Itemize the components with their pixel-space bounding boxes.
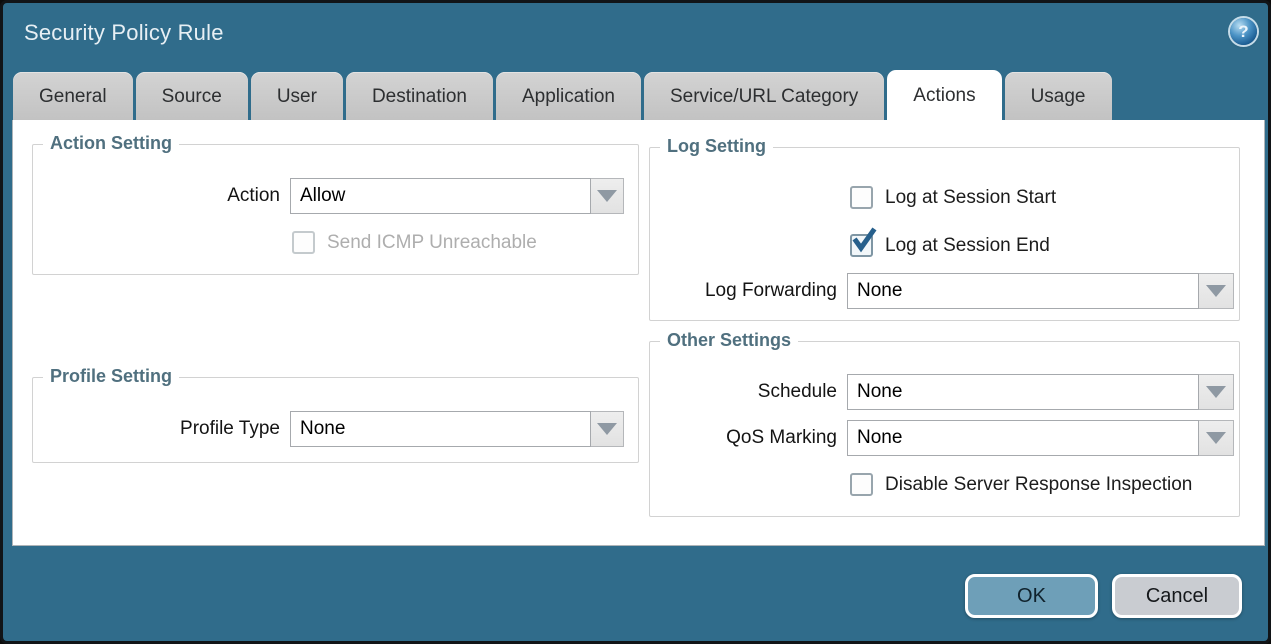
- profile-type-dropdown-button[interactable]: [591, 411, 624, 447]
- schedule-dropdown-value[interactable]: None: [847, 374, 1199, 410]
- other-settings-group: Other Settings Schedule None QoS Marking…: [649, 341, 1240, 517]
- tab-user[interactable]: User: [251, 72, 343, 121]
- tab-service-url-category[interactable]: Service/URL Category: [644, 72, 884, 121]
- chevron-down-icon: [1206, 386, 1226, 398]
- action-setting-legend: Action Setting: [43, 133, 179, 154]
- profile-type-dropdown-value[interactable]: None: [290, 411, 591, 447]
- log-session-end-row: Log at Session End: [850, 234, 1050, 257]
- action-setting-group: Action Setting Action Allow Send ICMP Un…: [32, 144, 639, 275]
- profile-type-dropdown[interactable]: None: [290, 411, 624, 447]
- log-session-end-label: Log at Session End: [885, 235, 1050, 257]
- schedule-label: Schedule: [650, 374, 837, 410]
- log-forwarding-label: Log Forwarding: [650, 273, 837, 309]
- action-label: Action: [33, 178, 280, 214]
- profile-setting-legend: Profile Setting: [43, 366, 179, 387]
- cancel-button[interactable]: Cancel: [1112, 574, 1242, 618]
- tab-general[interactable]: General: [13, 72, 133, 121]
- actions-tab-panel: Action Setting Action Allow Send ICMP Un…: [12, 120, 1265, 546]
- log-setting-group: Log Setting Log at Session Start Log at …: [649, 147, 1240, 321]
- tab-usage[interactable]: Usage: [1005, 72, 1112, 121]
- checkmark-icon: [852, 230, 875, 253]
- send-icmp-unreachable-label: Send ICMP Unreachable: [327, 232, 537, 254]
- log-session-start-row: Log at Session Start: [850, 186, 1056, 209]
- ok-button[interactable]: OK: [965, 574, 1098, 618]
- qos-marking-dropdown-button[interactable]: [1199, 420, 1234, 456]
- schedule-dropdown-button[interactable]: [1199, 374, 1234, 410]
- send-icmp-unreachable-checkbox: [292, 231, 315, 254]
- log-forwarding-dropdown-button[interactable]: [1199, 273, 1234, 309]
- action-dropdown-button[interactable]: [591, 178, 624, 214]
- profile-type-label: Profile Type: [33, 411, 280, 447]
- dialog-title: Security Policy Rule: [24, 20, 224, 46]
- log-session-end-checkbox[interactable]: [850, 234, 873, 257]
- security-policy-rule-dialog: Security Policy Rule ? General Source Us…: [0, 0, 1271, 644]
- action-dropdown-value[interactable]: Allow: [290, 178, 591, 214]
- send-icmp-unreachable-row: Send ICMP Unreachable: [292, 231, 537, 254]
- dsri-row: Disable Server Response Inspection: [850, 473, 1192, 496]
- log-session-start-checkbox[interactable]: [850, 186, 873, 209]
- schedule-dropdown[interactable]: None: [847, 374, 1234, 410]
- chevron-down-icon: [597, 190, 617, 202]
- qos-marking-dropdown[interactable]: None: [847, 420, 1234, 456]
- qos-marking-dropdown-value[interactable]: None: [847, 420, 1199, 456]
- log-setting-legend: Log Setting: [660, 136, 773, 157]
- log-forwarding-dropdown-value[interactable]: None: [847, 273, 1199, 309]
- chevron-down-icon: [1206, 432, 1226, 444]
- dsri-label: Disable Server Response Inspection: [885, 474, 1192, 496]
- tab-application[interactable]: Application: [496, 72, 641, 121]
- tab-bar: General Source User Destination Applicat…: [13, 71, 1112, 121]
- other-settings-legend: Other Settings: [660, 330, 798, 351]
- help-icon[interactable]: ?: [1230, 18, 1257, 45]
- log-forwarding-dropdown[interactable]: None: [847, 273, 1234, 309]
- chevron-down-icon: [1206, 285, 1226, 297]
- tab-source[interactable]: Source: [136, 72, 248, 121]
- action-dropdown[interactable]: Allow: [290, 178, 624, 214]
- dsri-checkbox[interactable]: [850, 473, 873, 496]
- profile-setting-group: Profile Setting Profile Type None: [32, 377, 639, 463]
- chevron-down-icon: [597, 423, 617, 435]
- log-session-start-label: Log at Session Start: [885, 187, 1056, 209]
- qos-marking-label: QoS Marking: [650, 420, 837, 456]
- tab-destination[interactable]: Destination: [346, 72, 493, 121]
- tab-actions[interactable]: Actions: [887, 70, 1001, 121]
